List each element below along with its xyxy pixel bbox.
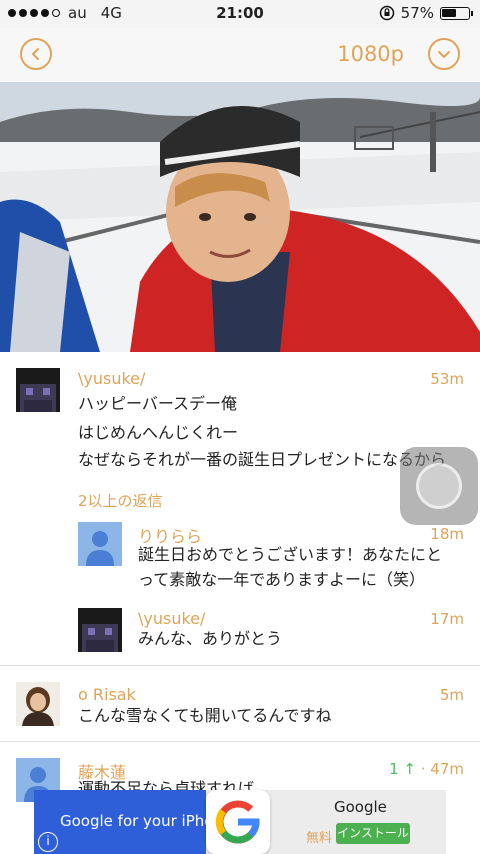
ad-banner[interactable]: Google for your iPhone Google 無料 インストール …: [34, 790, 446, 854]
default-user-icon: [86, 531, 114, 566]
assistive-touch-button[interactable]: [400, 447, 478, 525]
comment-text-line: なぜならそれが一番の誕生日プレゼントになるから: [78, 450, 447, 469]
avatar[interactable]: [78, 608, 122, 652]
player-toolbar: 1080p: [0, 28, 480, 82]
reply-text-line: みんな、ありがとう: [138, 629, 283, 648]
video-frame-image: [0, 82, 480, 352]
ad-app-name: Google: [334, 798, 387, 816]
chevron-down-icon: [438, 51, 450, 59]
chevron-left-icon: [31, 48, 39, 60]
assistive-touch-icon: [416, 463, 462, 509]
reply-time: 17m: [430, 610, 464, 628]
battery-percent: 57%: [400, 4, 434, 22]
status-right: 57%: [379, 4, 473, 22]
avatar[interactable]: [78, 522, 122, 566]
install-button[interactable]: インストール: [336, 823, 410, 844]
comment-time: 47m: [430, 760, 464, 778]
back-button[interactable]: [20, 38, 52, 70]
battery-icon: [440, 6, 473, 20]
ad-app-card[interactable]: Google 無料 インストール: [206, 790, 446, 854]
video-player[interactable]: [0, 82, 480, 352]
comment-item: o Risak 5m こんな雪なくても開いてるんですね: [0, 666, 480, 740]
collapse-button[interactable]: [428, 38, 460, 70]
ad-price: 無料: [306, 831, 333, 846]
avatar-photo-image: [16, 682, 60, 726]
orientation-lock-icon: [379, 5, 394, 21]
more-replies-link[interactable]: 2以上の返信: [78, 490, 163, 511]
comment-meta: 1 ↑ · 47m: [389, 760, 464, 778]
reply-text-line: って素敵な一年でありますよーに（笑）: [138, 570, 426, 589]
quality-selector[interactable]: 1080p: [337, 42, 404, 66]
info-icon[interactable]: i: [38, 832, 58, 852]
comment-time: 53m: [430, 370, 464, 388]
reply-text-line: 誕生日おめでとうございます！あなたにと: [138, 545, 443, 564]
comment-text-line: ハッピーバースデー俺: [78, 394, 238, 413]
avatar[interactable]: [16, 368, 60, 412]
upvote-arrow-icon[interactable]: ↑: [399, 760, 416, 778]
comment-text-line: こんな雪なくても開いてるんですね: [78, 706, 332, 725]
avatar-pixel-image: [16, 368, 60, 412]
avatar-pixel-image: [78, 608, 122, 652]
avatar[interactable]: [16, 682, 60, 726]
status-bar: au 4G 21:00 57%: [0, 0, 480, 28]
comment-author[interactable]: \yusuke/: [78, 369, 145, 388]
comment-text-line: はじめんへんじくれー: [78, 423, 239, 442]
google-logo-icon: [206, 790, 270, 854]
comment-time: 5m: [439, 686, 464, 704]
upvote-count[interactable]: 1: [389, 760, 399, 778]
